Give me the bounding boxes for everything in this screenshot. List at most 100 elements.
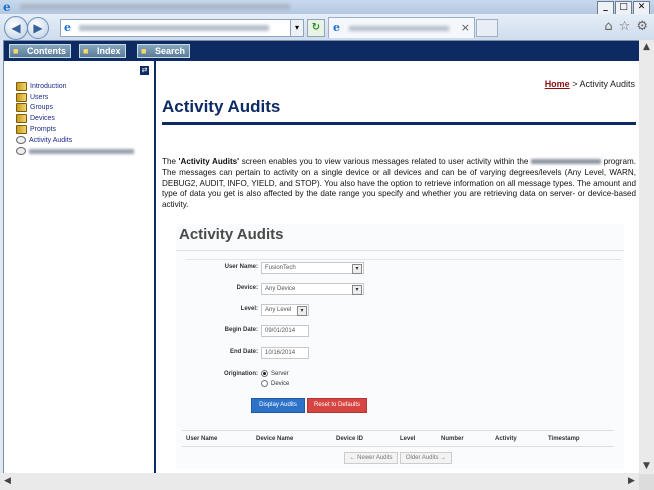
newer-audits-button: ← Newer Audits [344, 452, 398, 464]
toc-item-devices[interactable]: Devices [16, 113, 134, 124]
device-select: Any Device ▾ [261, 283, 364, 295]
refresh-button[interactable]: ↻ [307, 19, 325, 37]
para-bold-text: 'Activity Audits' [178, 157, 240, 166]
column-header: Device Name [256, 435, 294, 442]
book-icon: ■ [13, 46, 19, 56]
toc-item-groups[interactable]: Groups [16, 103, 134, 114]
search-label: Search [155, 46, 186, 56]
intro-paragraph: The 'Activity Audits' screen enables you… [162, 157, 636, 211]
origination-label: Origination: [224, 371, 258, 377]
close-button[interactable]: ✕ [633, 1, 650, 15]
index-icon: ■ [83, 46, 89, 56]
book-icon [16, 81, 27, 91]
toc-label: Devices [30, 115, 55, 123]
tab-close-icon[interactable]: × [461, 21, 470, 34]
dropdown-arrow-icon: ▾ [352, 264, 362, 274]
para-text: screen enables you to view various messa… [239, 157, 531, 166]
browser-viewport: ■ Contents ■ Index ■ Search ⇄ Introducti… [3, 40, 641, 474]
divider [176, 250, 624, 251]
dropdown-arrow-icon: ▾ [352, 285, 362, 295]
scroll-right-arrow-icon[interactable]: ▶ [624, 473, 639, 490]
radio-device-label: Device [271, 380, 290, 387]
screenshot-title: Activity Audits [179, 226, 284, 243]
book-icon [16, 92, 27, 102]
toc-list: Introduction Users Groups Devices Prompt… [16, 81, 134, 157]
tab-title-redacted [349, 26, 449, 31]
index-button[interactable]: ■ Index [79, 44, 126, 58]
column-header: User Name [186, 435, 218, 442]
tools-gear-icon[interactable]: ⚙ [636, 19, 648, 34]
browser-tab[interactable]: e × [328, 17, 475, 38]
column-header: Level [400, 435, 416, 442]
scroll-left-arrow-icon[interactable]: ◀ [0, 473, 15, 490]
breadcrumb-separator: > [569, 79, 580, 89]
display-audits-button: Display Audits [251, 398, 305, 413]
new-tab-button[interactable] [476, 19, 498, 37]
breadcrumb: Home > Activity Audits [545, 79, 635, 89]
book-icon [16, 125, 27, 135]
address-bar[interactable]: e [60, 19, 302, 37]
search-button[interactable]: ■ Search [137, 44, 191, 58]
begin-date-label: Begin Date: [224, 327, 258, 333]
toc-item-prompts[interactable]: Prompts [16, 124, 134, 135]
browser-toolbar-icons: ⌂ ☆ ⚙ [604, 19, 648, 34]
toc-item-introduction[interactable]: Introduction [16, 81, 134, 92]
ie-logo-icon: e [3, 0, 11, 14]
begin-date-field: 09/01/2014 [261, 325, 309, 337]
toc-label: Prompts [30, 126, 57, 134]
toc-label-redacted [29, 148, 134, 154]
index-label: Index [97, 46, 121, 56]
level-value: Any Level [265, 307, 292, 313]
column-header: Timestamp [548, 435, 580, 442]
radio-server-label: Server [271, 370, 289, 377]
radio-device: Device [261, 380, 289, 387]
audit-table-header: User Name Device Name Device ID Level Nu… [182, 430, 614, 447]
scroll-up-arrow-icon[interactable]: ▲ [639, 40, 654, 55]
address-dropdown-button[interactable]: ▾ [290, 19, 304, 37]
minimize-button[interactable]: _ [597, 1, 614, 15]
horizontal-scrollbar[interactable]: ◀ ▶ [0, 473, 639, 490]
toc-item-activity-audits[interactable]: Activity Audits [16, 135, 134, 146]
end-date-field: 10/16/2014 [261, 347, 309, 359]
home-icon[interactable]: ⌂ [604, 19, 612, 34]
older-audits-button: Older Audits → [400, 452, 452, 464]
level-label: Level: [240, 306, 258, 312]
toc-label: Groups [30, 104, 53, 112]
favorites-icon[interactable]: ☆ [619, 19, 631, 34]
dropdown-arrow-icon: ▾ [297, 306, 307, 316]
scroll-down-arrow-icon[interactable]: ▼ [639, 459, 654, 474]
activity-audits-screenshot: Activity Audits User Name: FusionTech ▾ D… [176, 224, 624, 469]
toc-label: Introduction [30, 82, 67, 90]
user-name-label: User Name: [224, 264, 258, 270]
breadcrumb-home-link[interactable]: Home [545, 79, 570, 89]
help-toolbar: ■ Contents ■ Index ■ Search [4, 41, 640, 61]
column-header: Activity [495, 435, 517, 442]
forward-button[interactable]: ▶ [27, 17, 49, 39]
breadcrumb-current: Activity Audits [579, 79, 635, 89]
device-label: Device: [236, 285, 258, 291]
level-select: Any Level ▾ [261, 304, 309, 316]
navigation-bar: ◀ ▶ e ▾ ↻ e × ⌂ ☆ ⚙ [0, 14, 654, 40]
topic-icon [16, 147, 26, 156]
contents-label: Contents [27, 46, 66, 56]
program-name-redacted [531, 159, 601, 165]
url-redacted [79, 25, 269, 31]
contents-button[interactable]: ■ Contents [9, 44, 71, 58]
title-bar: e _ □ ✕ [0, 0, 654, 15]
back-button[interactable]: ◀ [4, 16, 28, 40]
end-date-label: End Date: [229, 349, 258, 355]
para-text: The [162, 157, 179, 166]
toc-item-users[interactable]: Users [16, 92, 134, 103]
sync-toc-icon[interactable]: ⇄ [140, 66, 149, 75]
window-title-redacted [20, 4, 290, 10]
book-icon [16, 114, 27, 124]
toc-item-redacted[interactable] [16, 146, 134, 157]
vertical-scrollbar[interactable]: ▲ ▼ [639, 40, 654, 474]
toc-label: Activity Audits [29, 136, 73, 144]
column-header: Device ID [336, 435, 364, 442]
column-header: Number [441, 435, 464, 442]
toc-pane: ⇄ Introduction Users Groups Devices Prom… [4, 61, 156, 473]
maximize-button[interactable]: □ [615, 1, 632, 15]
reset-defaults-button: Reset to Defaults [307, 398, 367, 413]
page-icon: e [64, 21, 71, 34]
